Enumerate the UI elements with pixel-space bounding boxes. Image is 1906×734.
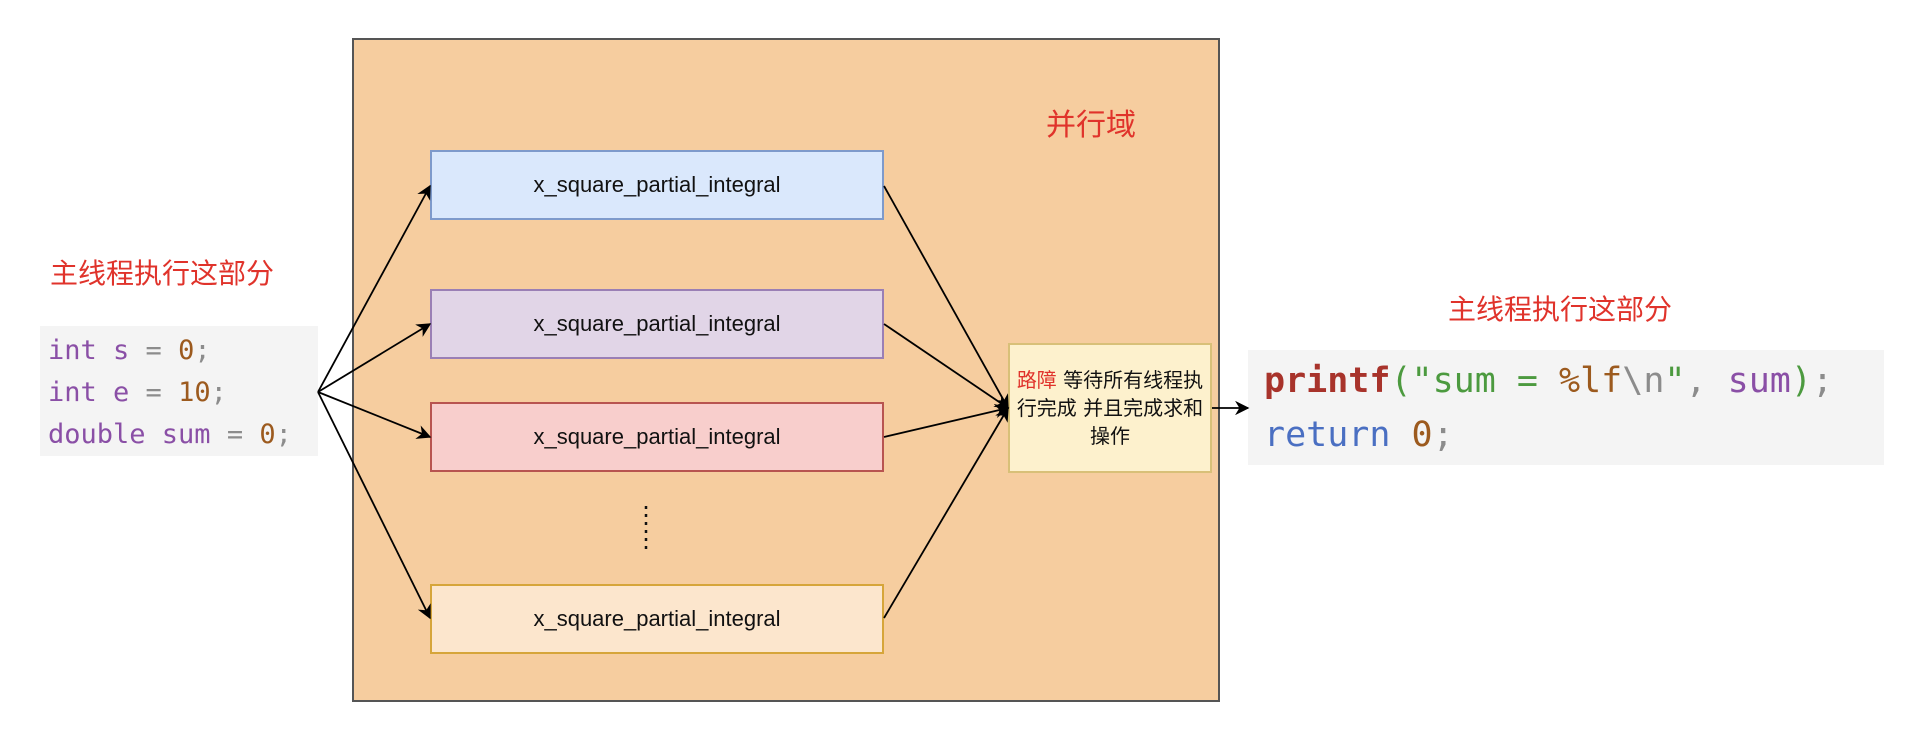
code-token: ; <box>210 377 227 408</box>
code-token: int e <box>48 377 130 408</box>
task-label: x_square_partial_integral <box>533 311 781 336</box>
code-token: ; <box>1432 415 1454 455</box>
task-label: x_square_partial_integral <box>533 424 781 449</box>
code-line: int e = 10; <box>48 372 310 414</box>
code-token: ( <box>1390 361 1412 401</box>
code-token: = <box>129 377 179 408</box>
left-main-thread-label: 主线程执行这部分 <box>50 257 275 290</box>
code-token: printf <box>1264 361 1391 401</box>
code-token: , <box>1685 361 1728 401</box>
task-box: x_square_partial_integral <box>430 289 884 359</box>
code-token: ; <box>275 419 292 450</box>
left-code-block: int s = 0; int e = 10; double sum = 0; <box>40 326 318 456</box>
barrier-keyword: 路障 <box>1016 368 1057 392</box>
code-line: double sum = 0; <box>48 414 310 456</box>
code-token: 0 <box>1411 415 1433 455</box>
task-box: x_square_partial_integral <box>430 150 884 220</box>
right-main-thread-label: 主线程执行这部分 <box>1448 293 1673 326</box>
parallel-region-label: 并行域 <box>1046 108 1136 143</box>
code-token: ; <box>194 335 211 366</box>
task-label: x_square_partial_integral <box>533 172 781 197</box>
code-token: \n <box>1622 361 1665 401</box>
code-token: " <box>1664 361 1686 401</box>
code-token: %lf <box>1559 361 1623 401</box>
code-token: return <box>1264 415 1412 455</box>
code-token: 0 <box>178 335 195 366</box>
code-token: = <box>210 419 260 450</box>
right-code-block: printf("sum = %lf\n", sum); return 0; <box>1248 350 1884 465</box>
code-line: int s = 0; <box>48 330 310 372</box>
code-token: = <box>129 335 179 366</box>
code-token: "sum = <box>1411 361 1560 401</box>
code-token: int s <box>48 335 130 366</box>
code-line: return 0; <box>1264 408 1868 462</box>
code-token: sum <box>1727 361 1791 401</box>
task-label: x_square_partial_integral <box>533 606 781 631</box>
code-token: 10 <box>178 377 211 408</box>
task-box: x_square_partial_integral <box>430 402 884 472</box>
code-token: ) <box>1790 361 1812 401</box>
barrier-box: 路障 等待所有线程执行完成 并且完成求和操作 <box>1008 343 1212 473</box>
code-line: printf("sum = %lf\n", sum); <box>1264 354 1868 408</box>
code-token: 0 <box>259 419 276 450</box>
code-token: ; <box>1811 361 1834 401</box>
code-token: double sum <box>48 419 211 450</box>
task-box: x_square_partial_integral <box>430 584 884 654</box>
